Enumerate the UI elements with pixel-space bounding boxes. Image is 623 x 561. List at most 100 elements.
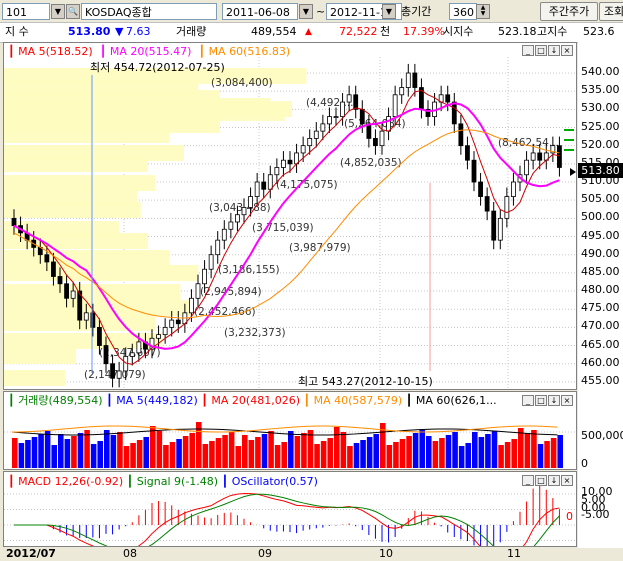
volume-profile-label: (3,043,488)	[209, 202, 271, 214]
y-axis: 540.00535.00530.00525.00520.00515.00510.…	[578, 42, 623, 548]
candle-body	[261, 181, 267, 190]
volume-bar	[38, 434, 44, 468]
volume-profile-label: (3,084,400)	[211, 77, 273, 89]
volume-profile-bar	[4, 127, 170, 143]
annot-high: 최고 543.27(2012-10-15)	[298, 375, 433, 388]
price-ytick: 495.00	[581, 228, 620, 242]
volume-bar	[255, 437, 261, 468]
candle-body	[208, 254, 214, 270]
x-tick-label: 08	[123, 547, 137, 560]
volume-bar	[478, 437, 485, 468]
legend-vma5[interactable]: ┃ MA 5(449,182)	[106, 394, 198, 407]
x-tick-label: 11	[507, 547, 521, 560]
volume-bar	[439, 438, 445, 468]
candle-body	[110, 363, 115, 379]
pane-min-icon[interactable]: _	[522, 45, 534, 56]
legend-ma5[interactable]: ┃ MA 5(518.52)	[8, 45, 93, 58]
price-ytick: 520.00	[581, 137, 620, 151]
volume-bar	[347, 446, 353, 468]
price-ytick: 490.00	[581, 246, 620, 260]
volume-profile-bar	[4, 300, 192, 316]
candle-body	[359, 108, 365, 125]
candle-body	[491, 210, 497, 241]
quote-open-label: 시지수	[443, 25, 474, 38]
price-ytick: 525.00	[581, 119, 620, 133]
name-field: KOSDAQ종합	[81, 3, 217, 20]
legend-signal[interactable]: ┃ Signal 9(-1.48)	[127, 475, 218, 488]
date-to-dropdown-icon[interactable]: ▼	[382, 4, 396, 19]
code-dropdown-icon[interactable]: ▼	[51, 4, 65, 19]
candle-body	[386, 116, 391, 132]
volume-bar	[550, 438, 557, 468]
quote-high: 523.6	[583, 25, 615, 38]
volume-bar	[136, 440, 143, 468]
volume-bar	[44, 431, 51, 468]
macd-max-icon[interactable]: □	[535, 475, 547, 486]
date-from-input[interactable]: 2011-06-08	[222, 3, 298, 20]
legend-vma60[interactable]: ┃ MA 60(626,1...	[406, 394, 497, 407]
quote-change: 7.63	[126, 25, 151, 38]
search-icon[interactable]: 🔍	[66, 4, 80, 19]
spin-icon[interactable]: ▲ ▼	[476, 4, 490, 19]
price-legend: ┃ MA 5(518.52) ┃ MA 20(515.47) ┃ MA 60(5…	[8, 45, 290, 59]
candle-body	[320, 123, 326, 132]
volume-pane[interactable]: ┃ 거래량(489,554) ┃ MA 5(449,182) ┃ MA 20(4…	[3, 391, 577, 470]
macd-close-icon[interactable]: ×	[561, 475, 573, 486]
volume-profile-label: (3,232,373)	[224, 327, 286, 339]
volume-bar	[320, 441, 327, 468]
legend-ma60[interactable]: ┃ MA 60(516.83)	[198, 45, 290, 58]
legend-macd[interactable]: ┃ MACD 12,26(-0.92)	[8, 475, 123, 488]
candle-body	[162, 326, 168, 336]
macd-pane[interactable]: ┃ MACD 12,26(-0.92) ┃ Signal 9(-1.48) ┃ …	[3, 471, 577, 547]
quote-rate: 17.39%	[403, 25, 445, 38]
pane-max-icon[interactable]: □	[535, 45, 547, 56]
volume-profile-bar	[4, 348, 76, 364]
candle-body	[51, 261, 56, 277]
volume-profile-bar	[4, 202, 141, 218]
candle-body	[511, 181, 516, 197]
legend-vma40[interactable]: ┃ MA 40(587,579)	[304, 394, 403, 407]
date-from-dropdown-icon[interactable]: ▼	[299, 4, 313, 19]
volume-bar	[215, 438, 222, 468]
volume-bar	[182, 436, 189, 468]
vol-max-icon[interactable]: □	[535, 395, 547, 406]
vol-min-icon[interactable]: _	[522, 395, 534, 406]
candle-body	[70, 290, 76, 299]
code-input[interactable]: 101	[2, 3, 50, 20]
price-ytick: 470.00	[581, 319, 620, 333]
volume-bar	[524, 433, 531, 468]
macd-move-icon[interactable]: ↓	[548, 475, 560, 486]
legend-osc[interactable]: ┃ OScillator(0.57)	[222, 475, 318, 488]
legend-vma20[interactable]: ┃ MA 20(481,026)	[201, 394, 300, 407]
candle-body	[300, 145, 306, 154]
candle-body	[11, 217, 17, 227]
legend-vol[interactable]: ┃ 거래량(489,554)	[8, 394, 103, 407]
macd-min-icon[interactable]: _	[522, 475, 534, 486]
vol-move-icon[interactable]: ↓	[548, 395, 560, 406]
price-chart-svg[interactable]: (3,084,400)(4,492,...(5,264,084)(4,852,0…	[4, 43, 576, 389]
weekly-button[interactable]: 주간주가	[540, 2, 598, 21]
volume-bar	[353, 443, 360, 468]
volume-profile-bar	[4, 265, 199, 281]
volume-bar	[143, 437, 149, 468]
vol-close-icon[interactable]: ×	[561, 395, 573, 406]
inquiry-button[interactable]: 조회	[599, 2, 623, 21]
candle-body	[189, 297, 194, 314]
volume-bar	[485, 434, 491, 468]
volume-bar	[117, 432, 123, 468]
price-pane[interactable]: (3,084,400) (4,492,... (5,264,084) (4,852,0…	[3, 42, 577, 390]
pane-move-icon[interactable]: ↓	[548, 45, 560, 56]
volume-bar	[458, 446, 465, 468]
pane-close-icon[interactable]: ×	[561, 45, 573, 56]
candle-body	[340, 101, 345, 118]
volume-bar	[12, 438, 18, 468]
total-input[interactable]: 360	[449, 3, 477, 20]
volume-bar	[498, 445, 504, 468]
legend-ma20[interactable]: ┃ MA 20(515.47)	[100, 45, 192, 58]
x-tick-label: 2012/07	[6, 547, 56, 560]
volume-bar	[281, 442, 287, 468]
candle-body	[241, 207, 247, 216]
price-ytick: 480.00	[581, 283, 620, 297]
quote-amount-unit: 천	[380, 25, 391, 38]
volume-bar	[472, 432, 478, 468]
